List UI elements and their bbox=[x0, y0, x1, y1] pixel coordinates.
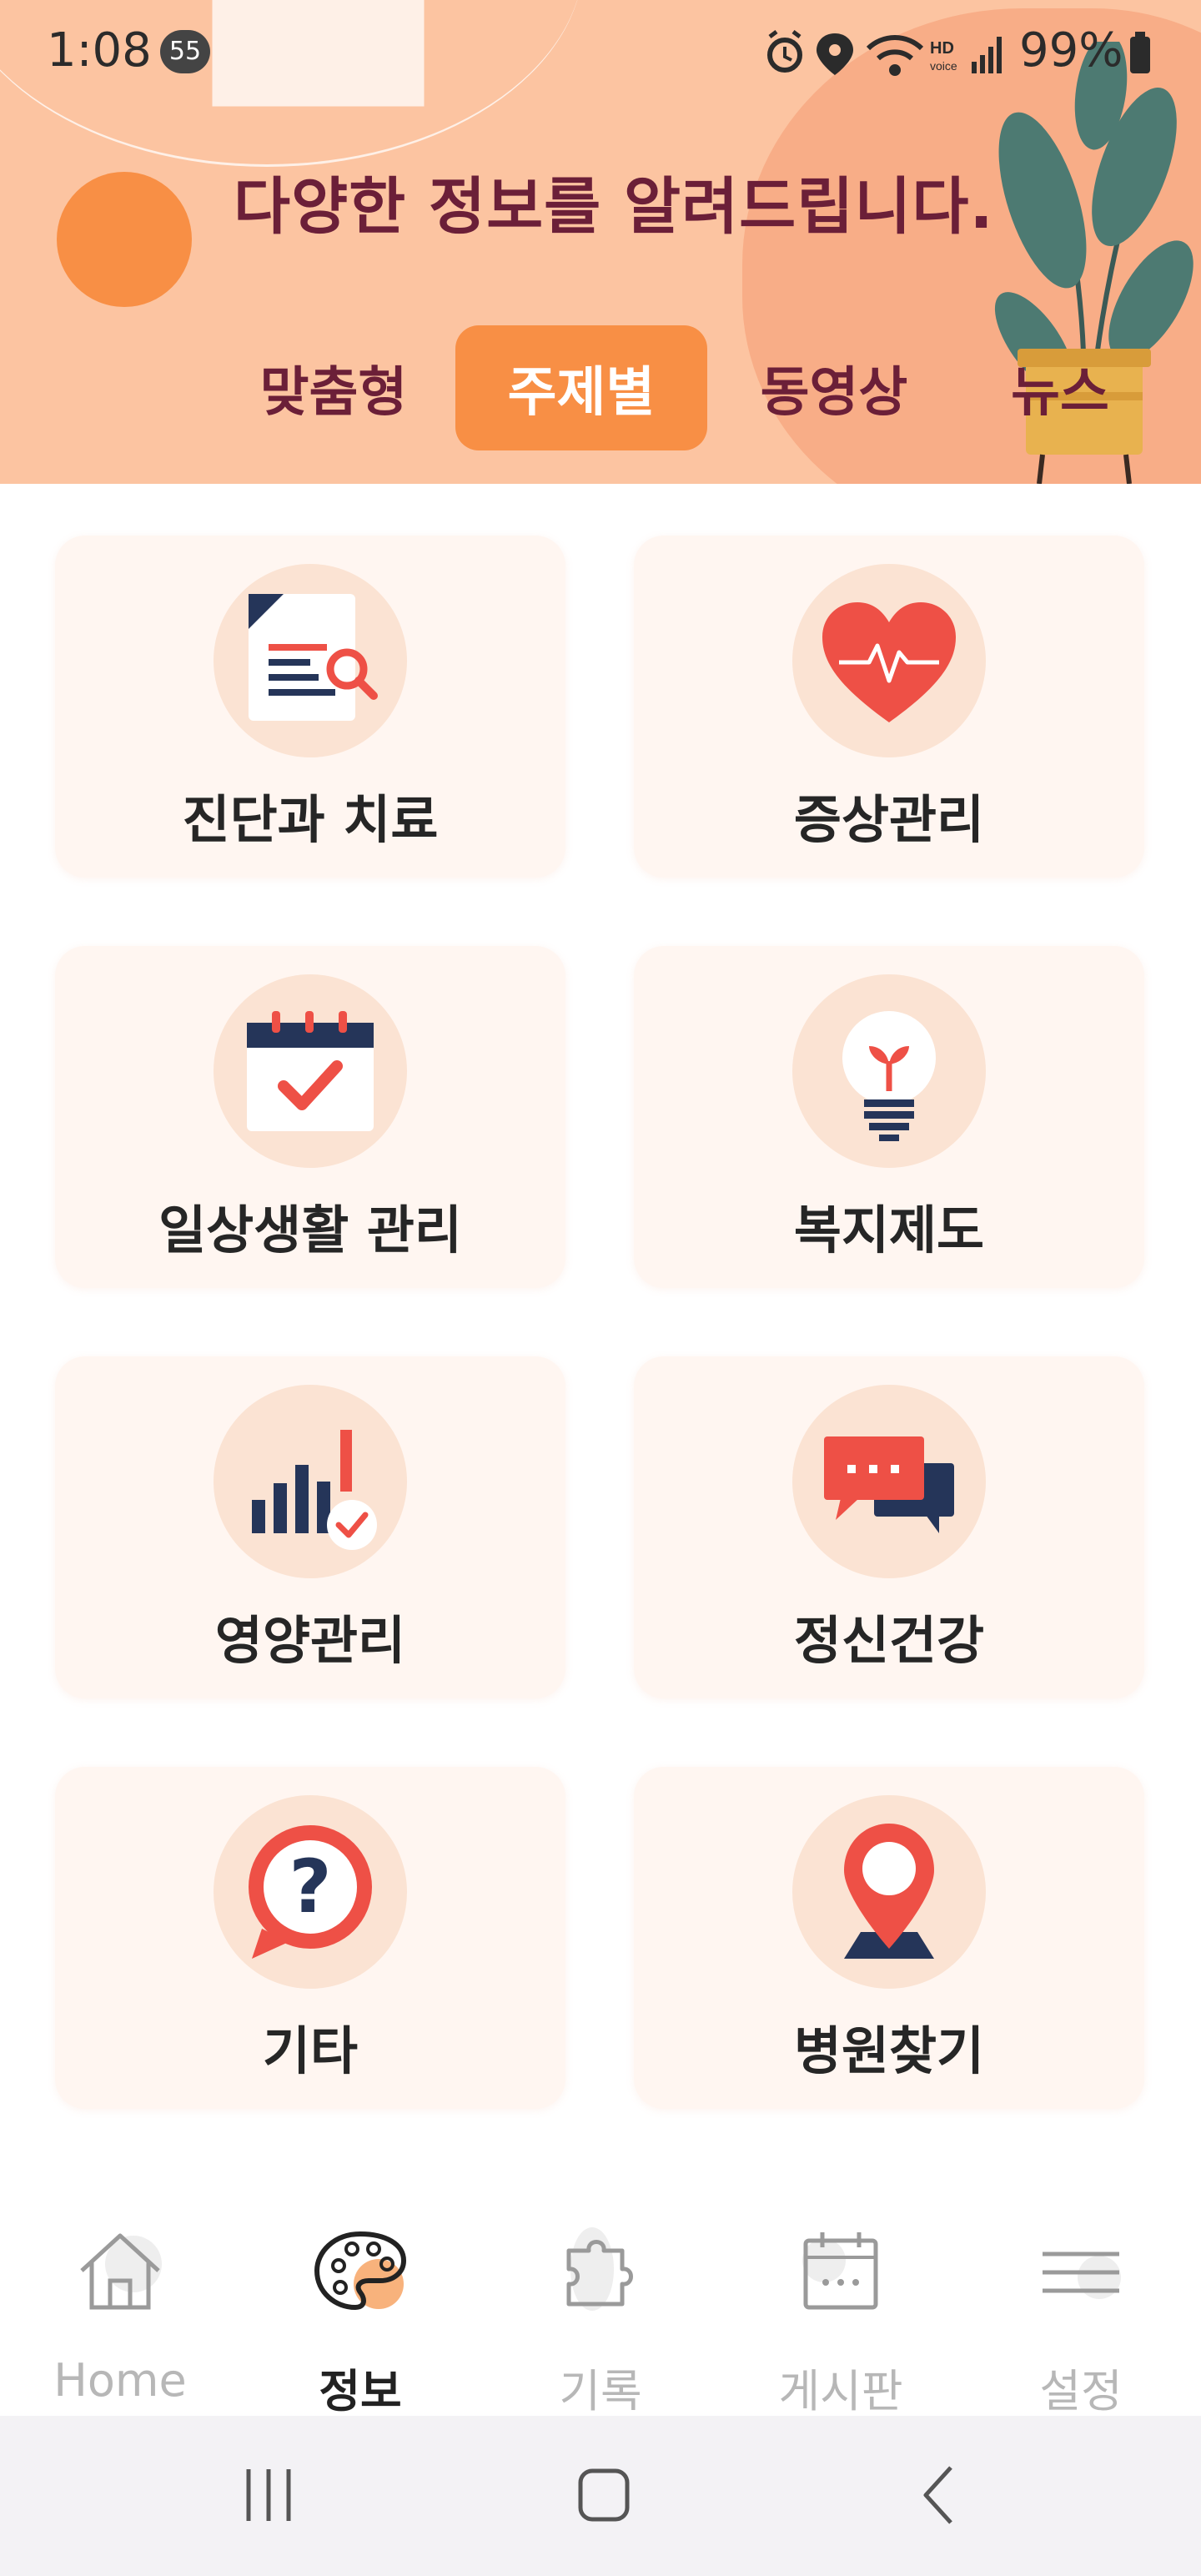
svg-text:voice: voice bbox=[930, 59, 957, 73]
topic-label: 복지제도 bbox=[793, 1200, 985, 1260]
chat-bubbles-icon bbox=[824, 1436, 954, 1533]
calendar-check-icon bbox=[247, 1011, 374, 1131]
back-button[interactable] bbox=[872, 2449, 1006, 2541]
lightbulb-sprout-icon bbox=[842, 1011, 936, 1141]
topic-label: 진단과 치료 bbox=[182, 789, 439, 850]
nav-home[interactable]: Home bbox=[0, 2174, 240, 2416]
battery-icon bbox=[1130, 32, 1150, 73]
page-title: 다양한 정보를 알려드립니다. bbox=[234, 171, 994, 243]
status-time: 1:08 bbox=[47, 23, 152, 78]
question-bubble-icon: ? bbox=[249, 1825, 372, 1959]
nav-label: 게시판 bbox=[778, 2365, 903, 2418]
recent-apps-icon bbox=[246, 2469, 291, 2521]
topic-card-diagnosis[interactable]: 진단과 치료 bbox=[55, 536, 565, 878]
category-tabs: 맞춤형 주제별 동영상 뉴스 bbox=[0, 325, 1201, 450]
bottom-navigation: Home 정보 기록 게시판 설정 bbox=[0, 2174, 1201, 2418]
topic-card-daily-life[interactable]: 일상생활 관리 bbox=[55, 946, 565, 1288]
home-button[interactable] bbox=[537, 2449, 671, 2541]
recent-apps-button[interactable] bbox=[202, 2449, 335, 2541]
nav-settings[interactable]: 설정 bbox=[961, 2174, 1201, 2418]
topic-label: 영양관리 bbox=[214, 1610, 406, 1671]
home-square-icon bbox=[578, 2468, 630, 2522]
menu-icon bbox=[1043, 2251, 1121, 2299]
system-navigation-bar bbox=[0, 2416, 1201, 2576]
nav-info[interactable]: 정보 bbox=[240, 2174, 480, 2418]
calendar-board-icon bbox=[802, 2232, 878, 2310]
location-icon bbox=[817, 33, 853, 75]
status-bar: 1:08 55 HD voice 99% bbox=[0, 0, 1201, 103]
topic-card-nutrition[interactable]: 영양관리 bbox=[55, 1356, 565, 1698]
document-search-icon bbox=[249, 594, 378, 721]
topic-card-find-hospital[interactable]: 병원찾기 bbox=[634, 1767, 1144, 2109]
topic-label: 병원찾기 bbox=[793, 2020, 985, 2081]
topic-card-mental-health[interactable]: 정신건강 bbox=[634, 1356, 1144, 1698]
decorative-circle bbox=[57, 172, 192, 307]
topic-card-welfare[interactable]: 복지제도 bbox=[634, 946, 1144, 1288]
nav-label: 정보 bbox=[319, 2365, 402, 2418]
signal-icon bbox=[972, 37, 1002, 73]
tab-video[interactable]: 동영상 bbox=[742, 325, 926, 450]
wifi-icon bbox=[866, 35, 924, 76]
header: 1:08 55 HD voice 99% 다양한 정보를 알려드립니다. 맞춤형… bbox=[0, 0, 1201, 484]
topic-card-symptom[interactable]: 증상관리 bbox=[634, 536, 1144, 878]
palette-icon bbox=[314, 2231, 407, 2311]
topic-label: 일상생활 관리 bbox=[158, 1200, 462, 1260]
bar-chart-check-icon bbox=[252, 1430, 377, 1550]
svg-text:HD: HD bbox=[930, 39, 954, 58]
nav-board[interactable]: 게시판 bbox=[721, 2174, 961, 2418]
nav-records[interactable]: 기록 bbox=[480, 2174, 721, 2418]
tab-by-topic[interactable]: 주제별 bbox=[455, 325, 707, 450]
home-icon bbox=[80, 2233, 162, 2310]
nav-label: Home bbox=[53, 2354, 187, 2407]
topic-label: 정신건강 bbox=[793, 1610, 985, 1671]
topic-label: 기타 bbox=[262, 2020, 359, 2081]
nav-label: 기록 bbox=[559, 2365, 642, 2418]
nav-label: 설정 bbox=[1039, 2365, 1123, 2418]
heart-pulse-icon bbox=[822, 602, 956, 722]
puzzle-icon bbox=[566, 2227, 633, 2311]
battery-percent: 99% bbox=[1019, 23, 1123, 78]
topic-label: 증상관리 bbox=[793, 789, 985, 850]
svg-text:?: ? bbox=[289, 1844, 331, 1929]
tab-news[interactable]: 뉴스 bbox=[997, 325, 1123, 450]
tab-custom[interactable]: 맞춤형 bbox=[242, 325, 425, 450]
notification-badge: 55 bbox=[160, 30, 210, 73]
topic-card-etc[interactable]: ? 기타 bbox=[55, 1767, 565, 2109]
alarm-icon bbox=[767, 30, 802, 73]
back-chevron-icon bbox=[923, 2466, 952, 2524]
map-pin-icon bbox=[844, 1824, 934, 1959]
